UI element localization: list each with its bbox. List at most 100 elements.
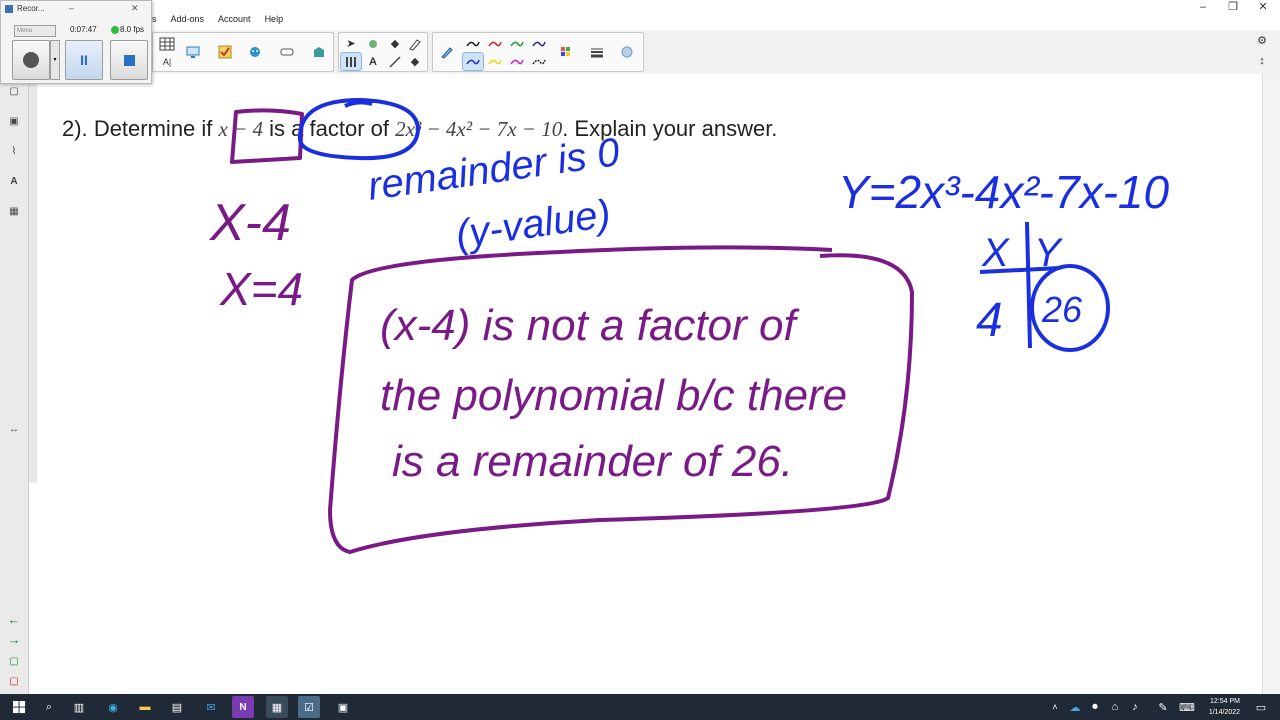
recorder-close-button[interactable]: ✕	[131, 3, 139, 14]
record-button[interactable]	[12, 40, 50, 80]
close-button[interactable]: ✕	[1248, 0, 1278, 16]
taskbar: ⌕ ▥ ◉ ▬ ▤ ✉ N ▦ ☑ ▣ ˄ ☁ ⏺ ⌂ ♪ ✎ ⌨ 12:54 …	[0, 694, 1280, 720]
add-page-icon[interactable]: ▢	[7, 654, 21, 668]
whiteboard-canvas[interactable]	[38, 74, 1262, 694]
sidebar-scrollbar[interactable]	[29, 78, 37, 483]
previous-page-icon[interactable]: ←	[7, 612, 21, 627]
recorder-fps: 8.0 fps	[120, 25, 145, 34]
sidebar: ▢ ▣ ⌇ A ▦ ↔ ← → ▢ ▢	[0, 74, 29, 694]
record-options-dropdown[interactable]: ▾	[50, 40, 60, 80]
next-page-icon[interactable]: →	[7, 632, 21, 647]
question-number: 2).	[62, 116, 88, 141]
properties-icon[interactable]	[617, 43, 637, 60]
text-format-icon[interactable]: A|	[157, 53, 177, 70]
magic-pen-icon[interactable]	[405, 35, 425, 52]
response-icon[interactable]	[245, 43, 265, 60]
record-icon	[23, 52, 39, 68]
canvas-scrollbar[interactable]	[1262, 74, 1280, 694]
stop-icon	[123, 54, 135, 66]
page-sorter-icon[interactable]: ▢	[7, 84, 21, 98]
text-tool-icon[interactable]: A	[363, 53, 383, 70]
store-icon[interactable]: ▤	[166, 696, 188, 718]
question-factor: x − 4	[218, 117, 264, 141]
pen-red-icon[interactable]	[485, 35, 505, 52]
clock-date: 1/14/2022	[1208, 709, 1240, 716]
toolbar: A| ➤ A ◆ ◆ ⚙ ↕	[0, 30, 1280, 75]
pen-icon[interactable]	[437, 43, 457, 60]
pen-dark-icon[interactable]	[529, 53, 549, 70]
show-hidden-icons-icon[interactable]: ˄	[1044, 696, 1066, 718]
pen-blue-icon[interactable]	[462, 52, 484, 71]
attachments-icon[interactable]: ⌇	[7, 144, 21, 158]
question-text: 2). Determine if x − 4 is a factor of 2x…	[62, 116, 777, 142]
pen-mode-icon[interactable]	[340, 52, 362, 71]
pause-button[interactable]: II	[65, 40, 103, 80]
fill-icon[interactable]: ◆	[385, 35, 405, 52]
properties-sidebar-icon[interactable]: A	[7, 174, 21, 188]
windows-start-icon[interactable]	[8, 696, 30, 718]
delete-page-icon[interactable]: ▢	[7, 674, 21, 688]
pen-green-icon[interactable]	[507, 35, 527, 52]
gallery-icon[interactable]: ▣	[7, 114, 21, 128]
maximize-button[interactable]: ❐	[1218, 0, 1248, 16]
recorder-menu-dropdown[interactable]: Menu	[14, 25, 56, 37]
checklist-icon[interactable]	[215, 43, 235, 60]
recorder-elapsed-time: 0:07:47	[70, 25, 97, 34]
question-mid: is a factor of	[269, 116, 389, 141]
menu-account[interactable]: Account	[218, 14, 251, 30]
screen-recorder-window: Recor... – ✕ Menu 0:07:47 8.0 fps ▾ II	[0, 0, 152, 84]
stop-button[interactable]	[110, 40, 148, 80]
question-prefix: Determine if	[93, 116, 213, 141]
toolbar-group-select: ➤ A ◆ ◆	[338, 32, 428, 72]
pen-yellow-icon[interactable]	[485, 53, 505, 70]
color-palette-icon[interactable]	[557, 43, 577, 60]
add-ons-icon[interactable]	[309, 43, 329, 60]
resize-handle-icon[interactable]: ↔	[7, 422, 21, 436]
recording-status-dot	[111, 26, 119, 34]
onenote-icon[interactable]: N	[232, 696, 254, 718]
question-polynomial: 2x³ − 4x² − 7x − 10	[395, 117, 563, 141]
title-bar: ls Add-ons Account Help – ❐ ✕	[0, 0, 1280, 30]
mail-icon[interactable]: ✉	[200, 696, 222, 718]
network-icon[interactable]: ⌂	[1104, 696, 1126, 718]
smart-notebook-taskbar-icon[interactable]: ▦	[266, 696, 288, 718]
notifications-icon[interactable]: ▭	[1250, 696, 1272, 718]
select-arrow-icon[interactable]: ➤	[341, 35, 361, 52]
pen-magenta-icon[interactable]	[507, 53, 527, 70]
menu-bar: ls Add-ons Account Help	[150, 14, 283, 30]
volume-icon[interactable]: ♪	[1124, 696, 1146, 718]
search-icon[interactable]: ⌕	[38, 696, 60, 718]
toolbar-position-icon[interactable]: ↕	[1252, 52, 1272, 69]
task-view-icon[interactable]: ▥	[68, 696, 90, 718]
eraser-icon[interactable]: ◆	[405, 53, 425, 70]
recorder-taskbar-icon[interactable]: ▣	[332, 696, 354, 718]
menu-help[interactable]: Help	[265, 14, 284, 30]
line-style-icon[interactable]	[587, 43, 607, 60]
file-explorer-icon[interactable]: ▬	[134, 696, 156, 718]
label-icon[interactable]	[277, 43, 297, 60]
line-tool-icon[interactable]	[385, 53, 405, 70]
clock-time: 12:54 PM	[1210, 698, 1240, 705]
toolbar-group-pens	[432, 32, 644, 72]
onedrive-icon[interactable]: ☁	[1064, 696, 1086, 718]
recorder-minimize-button[interactable]: –	[69, 3, 74, 13]
recorder-app-icon	[5, 5, 13, 13]
pen-black-icon[interactable]	[463, 35, 483, 52]
toolbar-group-insert: A|	[152, 32, 334, 72]
add-ons-sidebar-icon[interactable]: ▦	[7, 204, 21, 218]
settings-gear-icon[interactable]: ⚙	[1252, 32, 1272, 49]
screen-capture-icon[interactable]	[183, 43, 203, 60]
minimize-button[interactable]: –	[1188, 0, 1218, 16]
menu-add-ons[interactable]: Add-ons	[171, 14, 205, 30]
pause-icon: II	[80, 52, 88, 68]
shapes-icon[interactable]	[363, 35, 383, 52]
smart-ink-icon[interactable]: ☑	[298, 696, 320, 718]
pen-workspace-icon[interactable]: ✎	[1152, 696, 1174, 718]
edge-browser-icon[interactable]: ◉	[102, 696, 124, 718]
recorder-title: Recor...	[17, 4, 45, 13]
question-suffix: . Explain your answer.	[562, 116, 778, 141]
system-clock[interactable]: 12:54 PM 1/14/2022	[1180, 696, 1240, 718]
microphone-icon[interactable]: ⏺	[1084, 696, 1106, 718]
table-icon[interactable]	[157, 35, 177, 52]
pen-navy-icon[interactable]	[529, 35, 549, 52]
